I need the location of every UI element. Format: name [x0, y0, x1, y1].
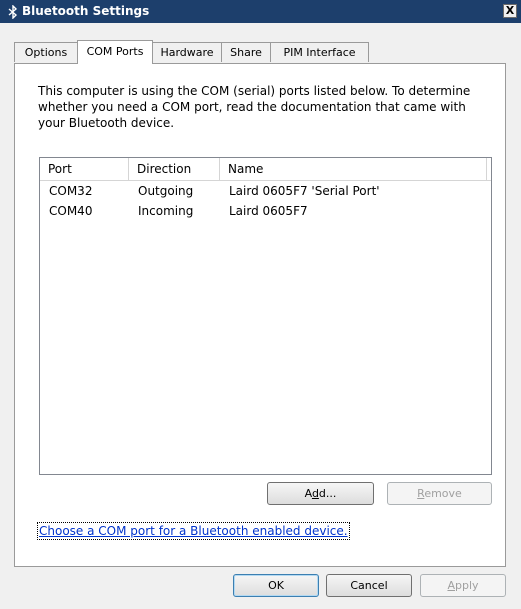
apply-button[interactable]: Apply	[420, 574, 506, 597]
tab-com-ports[interactable]: COM Ports	[77, 40, 153, 64]
close-button[interactable]: X	[503, 4, 517, 18]
add-label-rest: d...	[318, 487, 337, 500]
name-cell: Laird 0605F7	[229, 204, 308, 218]
direction-cell: Outgoing	[138, 184, 194, 198]
bluetooth-icon	[8, 5, 18, 19]
add-button[interactable]: Add...	[267, 482, 374, 505]
remove-label-rest: emove	[424, 487, 462, 500]
name-cell: Laird 0605F7 'Serial Port'	[229, 184, 380, 198]
title-bar[interactable]: Bluetooth Settings X	[0, 0, 521, 23]
tab-share[interactable]: Share	[221, 42, 271, 62]
remove-button[interactable]: Remove	[387, 482, 492, 505]
tab-hardware[interactable]: Hardware	[152, 42, 222, 62]
column-header-port[interactable]: Port	[40, 158, 129, 180]
choose-com-port-link[interactable]: Choose a COM port for a Bluetooth enable…	[37, 522, 350, 540]
tab-pim-interface[interactable]: PIM Interface	[270, 42, 369, 62]
apply-label-accel: A	[447, 579, 455, 592]
port-cell: COM32	[49, 184, 93, 198]
apply-label-rest: pply	[455, 579, 479, 592]
bluetooth-settings-window: Bluetooth Settings X Options COM Ports H…	[0, 0, 521, 609]
tab-options[interactable]: Options	[14, 42, 78, 62]
list-item[interactable]: COM40 Incoming Laird 0605F7	[40, 201, 491, 221]
list-item[interactable]: COM32 Outgoing Laird 0605F7 'Serial Port…	[40, 181, 491, 201]
com-ports-list[interactable]: Port Direction Name COM32 Outgoing Laird…	[39, 157, 492, 475]
port-cell: COM40	[49, 204, 93, 218]
column-header-direction[interactable]: Direction	[129, 158, 220, 180]
description-text: This computer is using the COM (serial) …	[38, 84, 471, 130]
cancel-button[interactable]: Cancel	[326, 574, 412, 597]
window-title: Bluetooth Settings	[22, 4, 150, 18]
column-header-name[interactable]: Name	[220, 158, 487, 180]
ok-button[interactable]: OK	[233, 574, 319, 597]
list-header: Port Direction Name	[40, 158, 491, 181]
direction-cell: Incoming	[138, 204, 194, 218]
com-ports-panel: This computer is using the COM (serial) …	[14, 63, 506, 567]
add-label-accel: d	[311, 487, 319, 500]
add-label-a: A	[304, 487, 312, 500]
